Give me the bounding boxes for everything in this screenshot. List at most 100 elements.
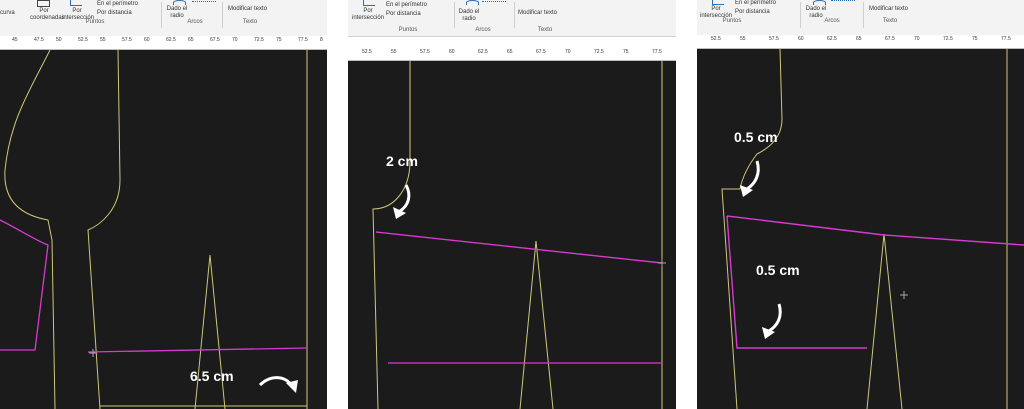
ruler-tick-label: 67.5 — [885, 36, 895, 42]
arc-tools-icon[interactable] — [831, 0, 855, 16]
horizontal-ruler: 52.5 55 57.5 60 62.5 65 67.5 70 72.5 75 77.5 — [697, 35, 1024, 49]
curved-arrow-icon — [399, 184, 411, 213]
curved-arrow-icon — [768, 303, 782, 333]
ruler-tick-label: 60 — [144, 37, 150, 43]
pattern-drawing — [0, 50, 308, 409]
magenta-guide-line — [0, 219, 49, 351]
ruler-tick-label: 72.5 — [943, 36, 953, 42]
on-perimeter-button[interactable]: En el perímetro — [97, 1, 138, 8]
ruler-tick-label: 52.5 — [78, 37, 88, 43]
screenshot-panel-1: curva Por coordenadas Por intersección E… — [0, 0, 327, 409]
text-group-label: Texto — [537, 27, 553, 33]
curved-arrow-icon — [258, 376, 294, 387]
arcs-group-label: Arcos — [187, 19, 203, 25]
by-coordinates-icon[interactable] — [37, 0, 50, 7]
magenta-guide-line — [726, 215, 1024, 246]
dart-line — [194, 254, 226, 409]
ruler-tick-label: 67.5 — [210, 37, 220, 43]
modify-text-button[interactable]: Modificar texto — [518, 10, 557, 17]
modify-text-button[interactable]: Modificar texto — [228, 6, 267, 13]
screenshot-panel-3: Por intersección En el perímetro Por dis… — [697, 0, 1024, 409]
on-perimeter-button[interactable]: En el perímetro — [735, 0, 776, 7]
ruler-tick-label: 72.5 — [594, 49, 604, 55]
by-intersection-button[interactable]: Por intersección — [352, 8, 384, 22]
by-distance-button[interactable]: Por distancia — [735, 9, 770, 16]
ruler-tick-label: 65 — [856, 36, 862, 42]
ribbon-separator — [800, 2, 801, 28]
by-distance-button[interactable]: Por distancia — [97, 10, 132, 17]
points-group-label: Puntos — [722, 18, 742, 24]
curve-tool-label[interactable]: curva — [0, 10, 15, 17]
ruler-tick-label: 75 — [623, 49, 629, 55]
by-distance-button[interactable]: Por distancia — [386, 11, 421, 18]
ruler-tick-label: 72.5 — [254, 37, 264, 43]
ruler-tick-label: 47.5 — [34, 37, 44, 43]
ribbon-separator — [161, 2, 162, 28]
given-radius-icon[interactable] — [813, 0, 826, 5]
ruler-tick-label: 60 — [449, 49, 455, 55]
dart-line — [519, 240, 554, 409]
given-radius-icon[interactable] — [173, 0, 186, 5]
drawing-canvas[interactable]: 2 cm — [348, 61, 676, 409]
points-group-label: Puntos — [398, 27, 418, 33]
text-group-label: Texto — [242, 19, 258, 25]
ribbon-separator — [454, 2, 455, 28]
measurement-label-bottom: 0.5 cm — [756, 262, 800, 278]
points-group-label: Puntos — [85, 19, 105, 25]
pattern-drawing — [372, 61, 666, 409]
ruler-tick-label: 65 — [188, 37, 194, 43]
ruler-tick-label: 8 — [320, 37, 323, 43]
arc-tools-icon[interactable] — [482, 1, 506, 17]
ruler-tick-label: 57.5 — [420, 49, 430, 55]
measurement-label-top: 0.5 cm — [734, 129, 778, 145]
arc-tools-icon[interactable] — [192, 1, 216, 17]
drawing-canvas[interactable]: 0.5 cm 0.5 cm — [697, 49, 1024, 409]
pattern-curve-line — [4, 50, 56, 409]
ruler-tick-label: 52.5 — [362, 49, 372, 55]
ribbon-separator — [863, 2, 864, 28]
horizontal-ruler: 45 47.5 50 52.5 55 57.5 60 62.5 65 67.5 70 72.5 75 77… — [0, 36, 327, 50]
drawing-canvas[interactable]: 6.5 cm — [0, 50, 327, 409]
measurement-label: 6.5 cm — [190, 368, 234, 384]
by-intersection-icon[interactable] — [363, 0, 375, 6]
ruler-tick-label: 55 — [391, 49, 397, 55]
given-radius-icon[interactable] — [466, 0, 479, 5]
ruler-tick-label: 45 — [12, 37, 18, 43]
crosshair-icon — [900, 291, 908, 299]
magenta-guide-line — [726, 215, 867, 349]
ruler-tick-label: 50 — [56, 37, 62, 43]
ruler-tick-label: 60 — [798, 36, 804, 42]
given-radius-button[interactable]: Dado el radio — [166, 6, 188, 20]
ruler-tick-label: 62.5 — [827, 36, 837, 42]
ruler-tick-label: 70 — [914, 36, 920, 42]
modify-text-button[interactable]: Modificar texto — [869, 6, 908, 13]
arcs-group-label: Arcos — [475, 27, 491, 33]
ruler-tick-label: 75 — [276, 37, 282, 43]
ruler-tick-label: 77.5 — [1001, 36, 1011, 42]
dart-line — [866, 233, 903, 409]
ribbon-toolbar: curva Por coordenadas Por intersección E… — [0, 0, 327, 37]
on-perimeter-button[interactable]: En el perímetro — [386, 2, 427, 9]
ruler-tick-label: 65 — [507, 49, 513, 55]
curved-arrow-icon — [746, 160, 760, 191]
measurement-label: 2 cm — [386, 153, 418, 169]
ruler-tick-label: 75 — [972, 36, 978, 42]
given-radius-button[interactable]: Dado el radio — [458, 9, 480, 23]
ruler-tick-label: 70 — [565, 49, 571, 55]
screenshot-panel-2: Por intersección En el perímetro Por dis… — [348, 0, 676, 409]
magenta-guide-line — [375, 231, 663, 264]
ruler-tick-label: 55 — [100, 37, 106, 43]
by-intersection-icon[interactable] — [70, 0, 82, 6]
arcs-group-label: Arcos — [824, 18, 840, 24]
ruler-tick-label: 67.5 — [536, 49, 546, 55]
ruler-tick-label: 70 — [232, 37, 238, 43]
by-intersection-icon[interactable] — [712, 0, 724, 5]
ruler-tick-label: 57.5 — [122, 37, 132, 43]
pattern-drawing — [721, 49, 1024, 409]
text-group-label: Texto — [882, 18, 898, 24]
magenta-guide-line — [87, 347, 308, 353]
ruler-tick-label: 55 — [740, 36, 746, 42]
by-coordinates-button[interactable]: Por coordenadas — [30, 8, 65, 22]
ruler-tick-label: 62.5 — [478, 49, 488, 55]
ribbon-toolbar: Por intersección En el perímetro Por dis… — [697, 0, 1024, 37]
